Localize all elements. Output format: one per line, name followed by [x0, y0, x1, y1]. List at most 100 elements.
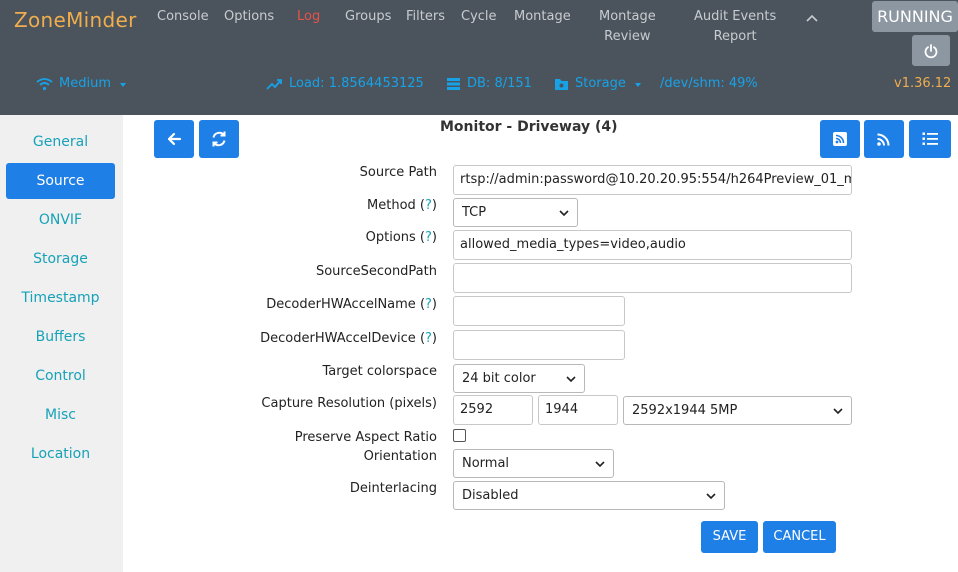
- sidebar-item-onvif[interactable]: ONVIF: [6, 202, 115, 238]
- method-help-link[interactable]: ?: [425, 198, 432, 213]
- nav-audit-line2: Report: [713, 29, 757, 44]
- preserve-aspect-label: Preserve Aspect Ratio: [294, 430, 437, 445]
- capture-width-input[interactable]: 2592: [453, 395, 533, 425]
- capture-preset-selected: 2592x1944 5MP: [632, 403, 738, 418]
- capture-preset-select[interactable]: 2592x1944 5MP: [623, 396, 852, 425]
- chevron-down-icon: [559, 210, 569, 217]
- rss-box-button[interactable]: [820, 120, 860, 158]
- method-label: Method (?): [367, 198, 437, 213]
- orientation-selected: Normal: [462, 456, 510, 471]
- nav-console[interactable]: Console: [157, 7, 209, 27]
- page-title: Monitor - Driveway (4): [440, 119, 618, 135]
- bandwidth-label: Medium: [59, 76, 111, 91]
- run-state-button[interactable]: RUNNING: [872, 1, 958, 32]
- nav-options[interactable]: Options: [224, 7, 274, 27]
- settings-sidebar: General Source ONVIF Storage Timestamp B…: [0, 115, 123, 572]
- arrow-left-icon: [167, 132, 182, 146]
- source-second-path-input[interactable]: [453, 263, 852, 293]
- list-ol-icon: [922, 132, 938, 145]
- decoder-device-label-close: ): [431, 331, 437, 346]
- sidebar-item-location[interactable]: Location: [6, 436, 115, 472]
- decoder-hwaccel-device-input[interactable]: [453, 330, 625, 360]
- power-icon: [924, 43, 938, 58]
- storage-label: Storage: [575, 76, 626, 91]
- sidebar-item-buffers[interactable]: Buffers: [6, 319, 115, 355]
- nav-audit-line1: Audit Events: [694, 9, 777, 24]
- chevron-down-icon: [833, 408, 843, 415]
- options-label-text: Options (: [365, 230, 426, 245]
- options-input[interactable]: allowed_media_types=video,audio: [453, 230, 852, 260]
- method-select[interactable]: TCP: [453, 198, 578, 227]
- nav-montage-review[interactable]: Montage Review: [599, 7, 656, 47]
- orientation-label: Orientation: [363, 449, 437, 464]
- nav-filters[interactable]: Filters: [406, 7, 445, 27]
- decoder-device-help-link[interactable]: ?: [425, 331, 432, 346]
- sidebar-item-source[interactable]: Source: [6, 163, 115, 199]
- target-colorspace-label: Target colorspace: [322, 364, 438, 379]
- decoder-name-label-close: ): [431, 297, 437, 312]
- nav-montage-review-line2: Review: [604, 29, 651, 44]
- deinterlacing-label: Deinterlacing: [349, 481, 437, 496]
- bandwidth-dropdown[interactable]: Medium: [36, 76, 126, 91]
- storage-dropdown[interactable]: Storage: [554, 76, 641, 91]
- sidebar-item-timestamp[interactable]: Timestamp: [6, 280, 115, 316]
- decoder-name-label-text: DecoderHWAccelName (: [266, 297, 426, 312]
- shm-status: /dev/shm: 49%: [660, 76, 758, 91]
- nav-audit-events-report[interactable]: Audit Events Report: [694, 7, 776, 47]
- brand-logo[interactable]: ZoneMinder: [14, 8, 137, 32]
- list-button[interactable]: [909, 120, 951, 158]
- chevron-down-icon: [566, 376, 576, 383]
- power-button[interactable]: [912, 35, 950, 66]
- database-icon: [447, 77, 460, 90]
- save-button[interactable]: SAVE: [701, 521, 758, 553]
- version-label: v1.36.12: [894, 76, 952, 91]
- rss-feed-button[interactable]: [864, 120, 904, 158]
- decoder-hwaccel-name-label: DecoderHWAccelName (?): [266, 297, 437, 312]
- orientation-select[interactable]: Normal: [453, 449, 614, 478]
- decoder-hwaccel-name-input[interactable]: [453, 296, 625, 326]
- back-button[interactable]: [154, 120, 194, 158]
- load-status: Load: 1.8564453125: [266, 76, 424, 91]
- decoder-hwaccel-device-label: DecoderHWAccelDevice (?): [260, 331, 437, 346]
- wifi-icon: [36, 77, 53, 90]
- caret-down-icon: [119, 82, 126, 87]
- rss-icon: [877, 133, 890, 146]
- cancel-button[interactable]: CANCEL: [763, 521, 836, 553]
- trend-up-icon: [266, 78, 282, 90]
- sidebar-item-control[interactable]: Control: [6, 358, 115, 394]
- sidebar-item-storage[interactable]: Storage: [6, 241, 115, 277]
- decoder-name-help-link[interactable]: ?: [425, 297, 432, 312]
- source-path-label: Source Path: [359, 165, 437, 180]
- db-status: DB: 8/151: [446, 76, 532, 91]
- deinterlacing-select[interactable]: Disabled: [453, 481, 725, 510]
- nav-groups[interactable]: Groups: [345, 7, 391, 27]
- deinterlacing-selected: Disabled: [462, 488, 519, 503]
- options-label: Options (?): [366, 230, 437, 245]
- sidebar-item-misc[interactable]: Misc: [6, 397, 115, 433]
- rss-square-icon: [833, 132, 847, 146]
- decoder-device-label-text: DecoderHWAccelDevice (: [260, 331, 426, 346]
- method-selected: TCP: [462, 205, 487, 220]
- sidebar-item-general[interactable]: General: [6, 124, 115, 160]
- nav-log[interactable]: Log: [297, 7, 320, 27]
- options-label-close: ): [431, 230, 437, 245]
- top-navbar: ZoneMinder Console Options Log Groups Fi…: [0, 0, 958, 115]
- nav-cycle[interactable]: Cycle: [461, 7, 497, 27]
- source-path-input[interactable]: rtsp://admin:password@10.20.20.95:554/h2…: [453, 165, 852, 195]
- nav-montage-review-line1: Montage: [599, 9, 656, 24]
- nav-montage[interactable]: Montage: [514, 7, 571, 27]
- refresh-button[interactable]: [199, 120, 239, 158]
- refresh-icon: [212, 131, 226, 147]
- target-colorspace-select[interactable]: 24 bit color: [453, 364, 585, 393]
- chevron-down-icon: [595, 461, 605, 468]
- options-help-link[interactable]: ?: [425, 230, 432, 245]
- caret-down-icon: [634, 82, 641, 87]
- preserve-aspect-checkbox[interactable]: [453, 429, 466, 442]
- method-label-text: Method (: [367, 198, 426, 213]
- chevron-up-icon[interactable]: [804, 10, 820, 26]
- method-label-close: ): [431, 198, 437, 213]
- db-text: DB: 8/151: [467, 76, 532, 91]
- capture-height-input[interactable]: 1944: [538, 395, 618, 425]
- load-text: Load: 1.8564453125: [289, 76, 424, 91]
- chevron-down-icon: [706, 493, 716, 500]
